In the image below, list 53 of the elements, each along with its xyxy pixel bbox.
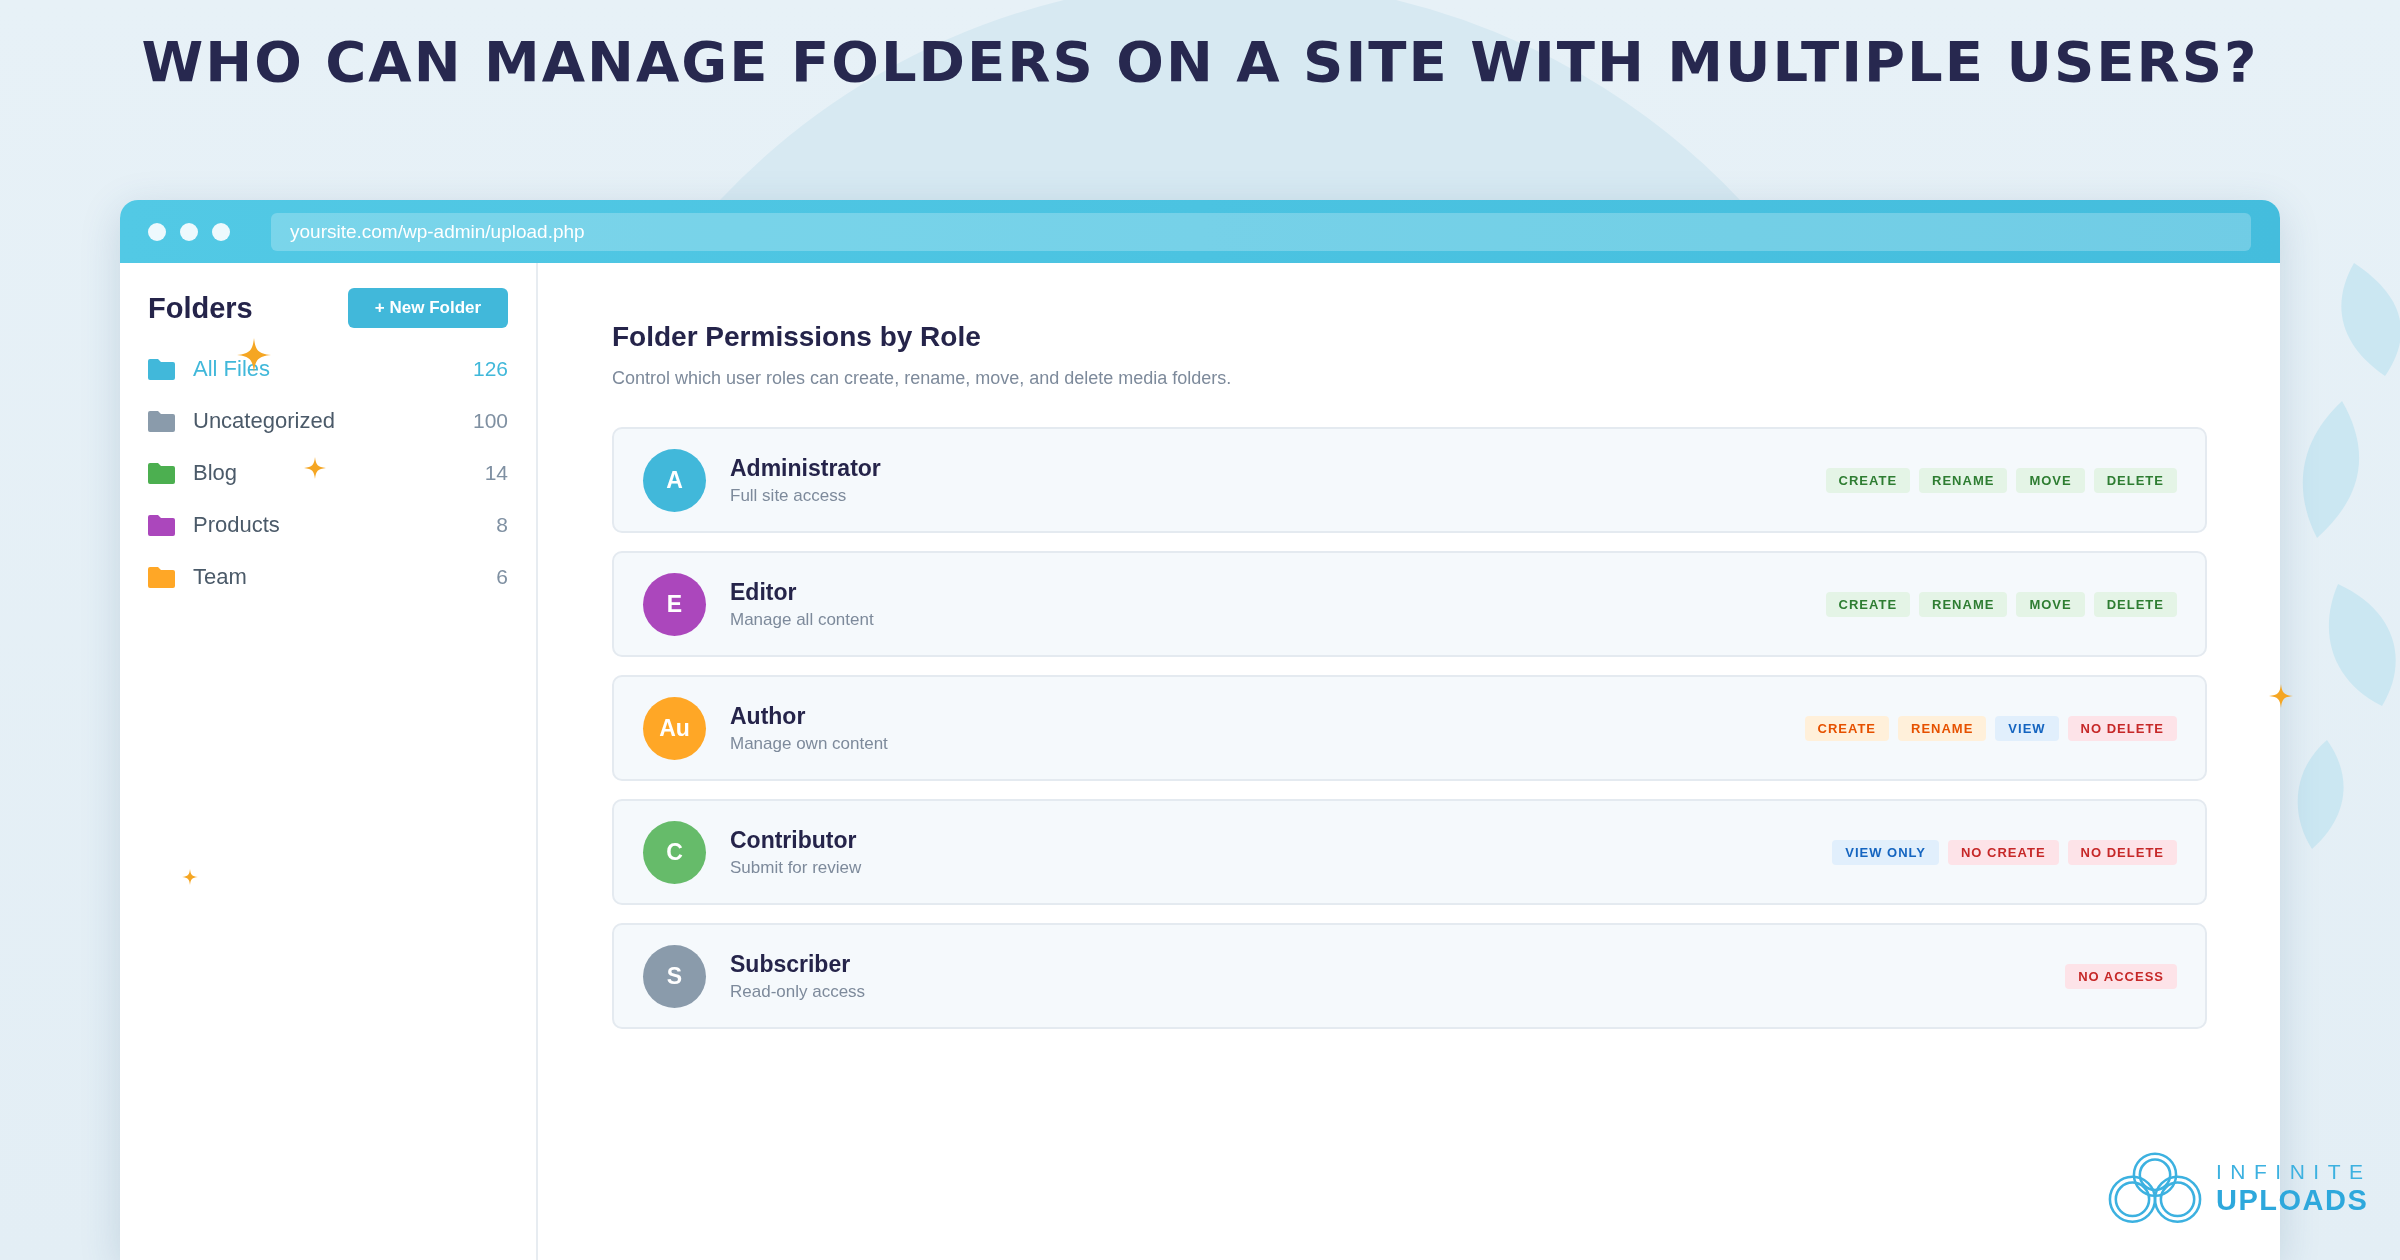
- permission-tag: NO CREATE: [1948, 839, 2059, 865]
- folder-name[interactable]: Blog: [193, 460, 238, 486]
- role-avatar: S: [643, 944, 706, 1008]
- role-name: Editor: [730, 577, 798, 606]
- role-description: Full site access: [730, 484, 848, 507]
- permission-tag: RENAME: [1919, 467, 2008, 493]
- headline: WHO CAN MANAGE FOLDERS ON A SITE WITH MULTIPLE USERS?: [141, 30, 2259, 94]
- window-control-icon[interactable]: [180, 222, 198, 241]
- role-avatar: A: [643, 448, 706, 512]
- window-control-icon[interactable]: [148, 222, 166, 241]
- logo-wordmark: UPLOADS: [2216, 1183, 2370, 1216]
- folder-name[interactable]: Team: [193, 564, 247, 590]
- sparkle-icon: [2269, 684, 2293, 708]
- folder-count: 14: [484, 461, 508, 485]
- role-avatar: E: [643, 572, 706, 636]
- role-name: Administrator: [730, 453, 881, 482]
- permission-tag: MOVE: [2016, 591, 2085, 617]
- permission-tag: VIEW ONLY: [1832, 839, 1939, 865]
- folder-count: 8: [496, 513, 508, 537]
- role-description: Read-only access: [730, 980, 866, 1003]
- section-title: Folder Permissions by Role: [612, 320, 982, 354]
- permission-tag: CREATE: [1804, 715, 1889, 741]
- logo-wordmark: INFINITE: [2216, 1159, 2372, 1184]
- role-avatar: Au: [643, 696, 706, 760]
- role-description: Manage own content: [730, 732, 888, 755]
- sparkle-icon: [182, 869, 198, 885]
- section-description: Control which user roles can create, rename, move, and delete media folders.: [612, 367, 1233, 390]
- permission-tag: DELETE: [2093, 467, 2177, 493]
- folder-count: 126: [472, 357, 508, 381]
- logo-icon: [2106, 1151, 2204, 1224]
- role-name: Subscriber: [730, 949, 852, 978]
- permission-tag: NO ACCESS: [2065, 963, 2177, 989]
- folder-name[interactable]: Products: [193, 512, 280, 538]
- folder-count: 6: [496, 565, 508, 589]
- sparkle-icon: [304, 457, 326, 479]
- permission-tag: NO DELETE: [2067, 839, 2177, 865]
- permission-tag: CREATE: [1825, 467, 1911, 493]
- sidebar-title: Folders: [148, 291, 253, 325]
- permission-tag: MOVE: [2016, 467, 2085, 493]
- role-avatar: C: [643, 820, 706, 884]
- role-description: Manage all content: [730, 608, 874, 631]
- permission-tag: RENAME: [1919, 591, 2008, 617]
- permission-tag: NO DELETE: [2067, 715, 2177, 741]
- window-control-icon[interactable]: [212, 222, 230, 241]
- permission-tag: RENAME: [1898, 715, 1987, 741]
- role-description: Submit for review: [730, 856, 862, 879]
- permission-tag: VIEW: [1995, 715, 2059, 741]
- permission-tag: CREATE: [1825, 591, 1911, 617]
- folder-count: 100: [472, 409, 508, 433]
- role-name: Contributor: [730, 825, 858, 854]
- folder-name[interactable]: Uncategorized: [193, 408, 335, 434]
- permission-tag: DELETE: [2093, 591, 2177, 617]
- role-name: Author: [730, 701, 807, 730]
